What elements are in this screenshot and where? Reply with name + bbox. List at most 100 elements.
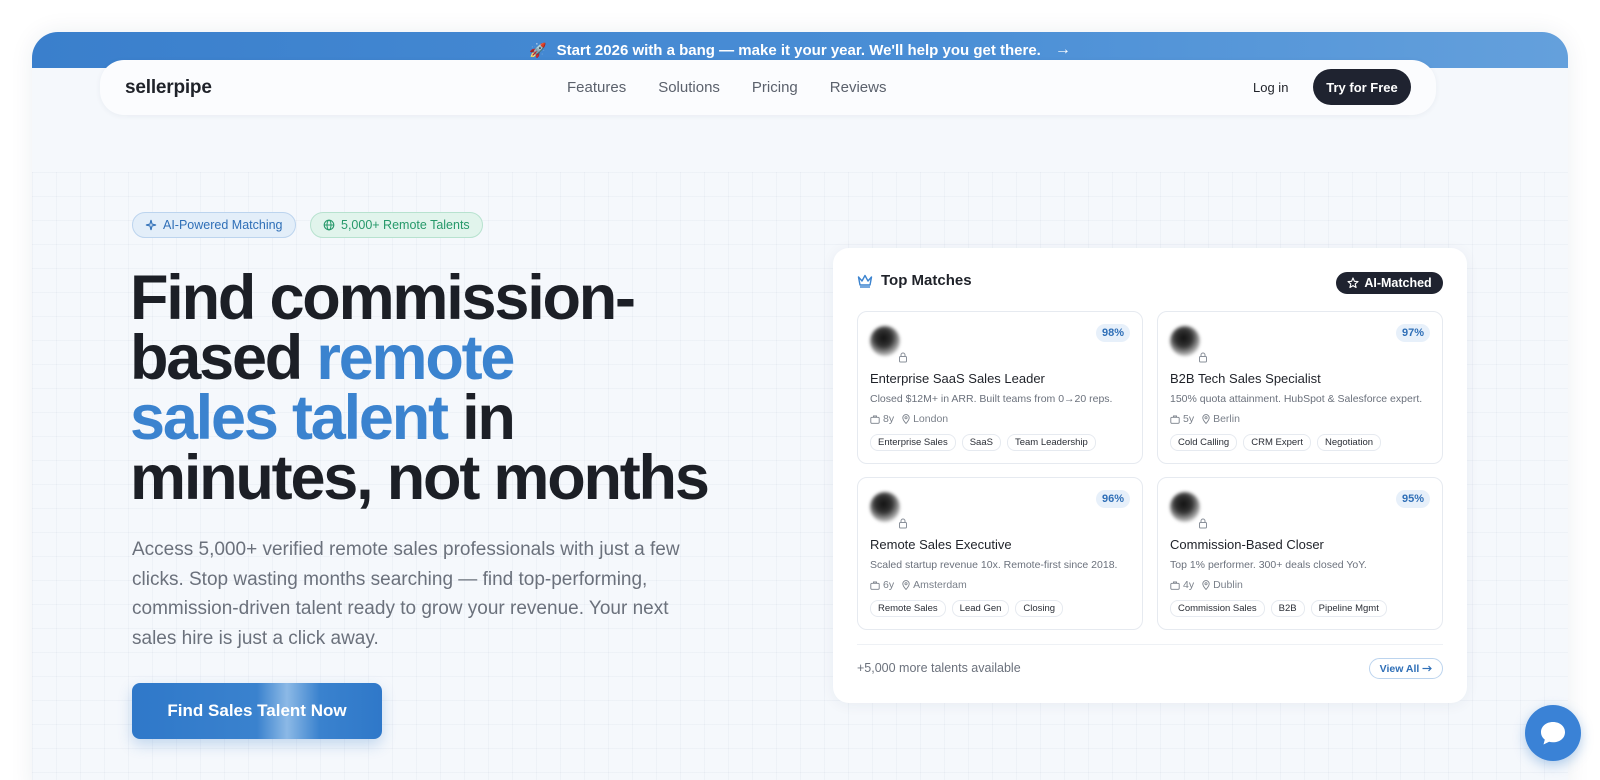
- match-score-badge: 95%: [1395, 490, 1430, 508]
- sparkle-icon: [145, 219, 157, 231]
- arrow-right-icon: [1422, 665, 1433, 672]
- skill-tag: Cold Calling: [1170, 434, 1238, 451]
- experience: 6y: [870, 579, 894, 591]
- talent-card[interactable]: 97% B2B Tech Sales Specialist 150% quota…: [1157, 311, 1443, 464]
- skill-tag: B2B: [1270, 600, 1305, 617]
- top-matches-panel: Top Matches AI-Matched 98% Enterprise Sa…: [833, 248, 1467, 703]
- panel-title: Top Matches: [881, 272, 972, 289]
- briefcase-icon: [1170, 415, 1180, 424]
- experience: 4y: [1170, 579, 1194, 591]
- hero-subtext: Access 5,000+ verified remote sales prof…: [132, 539, 680, 649]
- star-icon: [1347, 277, 1359, 289]
- headline-line-4: minutes, not months: [130, 443, 710, 513]
- top-nav: sellerpipe Features Solutions Pricing Re…: [100, 60, 1436, 115]
- talent-meta: 6y Amsterdam: [870, 579, 967, 591]
- experience: 5y: [1170, 413, 1194, 425]
- skill-tag: Enterprise Sales: [870, 434, 956, 451]
- skill-tag: Remote Sales: [870, 600, 946, 617]
- lock-icon: [1199, 352, 1207, 363]
- ai-powered-pill: AI-Powered Matching: [132, 212, 296, 238]
- match-score-badge: 97%: [1395, 324, 1430, 342]
- talent-title: Remote Sales Executive: [870, 537, 1012, 552]
- location-name: Dublin: [1213, 579, 1243, 591]
- talent-description: Scaled startup revenue 10x. Remote-first…: [870, 559, 1118, 571]
- talent-meta: 5y Berlin: [1170, 413, 1240, 425]
- chat-widget-button[interactable]: [1525, 705, 1581, 761]
- skill-tag: SaaS: [961, 434, 1001, 451]
- experience-years: 5y: [1183, 413, 1195, 425]
- talent-card[interactable]: 96% Remote Sales Executive Scaled startu…: [857, 477, 1143, 630]
- nav-links: Features Solutions Pricing Reviews: [567, 79, 886, 96]
- skill-tag: Commission Sales: [1170, 600, 1265, 617]
- avatar: [1170, 326, 1200, 356]
- lock-icon: [899, 518, 907, 529]
- skill-tag: Negotiation: [1316, 434, 1382, 451]
- location: Dublin: [1202, 579, 1243, 591]
- globe-icon: [323, 219, 335, 231]
- talent-meta: 8y London: [870, 413, 948, 425]
- talent-title: Commission-Based Closer: [1170, 537, 1324, 552]
- talent-meta: 4y Dublin: [1170, 579, 1243, 591]
- talent-card[interactable]: 95% Commission-Based Closer Top 1% perfo…: [1157, 477, 1443, 630]
- skill-tags: Commission Sales B2B Pipeline Mgmt: [1170, 600, 1387, 617]
- skill-tags: Enterprise Sales SaaS Team Leadership: [870, 434, 1096, 451]
- location-name: Berlin: [1213, 413, 1240, 425]
- briefcase-icon: [1170, 581, 1180, 590]
- match-score-badge: 96%: [1095, 490, 1130, 508]
- briefcase-icon: [870, 581, 880, 590]
- briefcase-icon: [870, 415, 880, 424]
- view-all-label: View All: [1379, 662, 1420, 675]
- banner-text: Start 2026 with a bang — make it your ye…: [556, 41, 1041, 59]
- chat-bubble-icon: [1541, 722, 1565, 745]
- location-name: Amsterdam: [913, 579, 967, 591]
- panel-header: Top Matches: [857, 272, 972, 289]
- login-link[interactable]: Log in: [1253, 80, 1288, 95]
- talent-description: 150% quota attainment. HubSpot & Salesfo…: [1170, 393, 1423, 405]
- talent-description: Closed $12M+ in ARR. Built teams from 0→…: [870, 393, 1113, 405]
- remote-talents-pill: 5,000+ Remote Talents: [310, 212, 483, 238]
- location: London: [902, 413, 948, 425]
- lock-icon: [1199, 518, 1207, 529]
- nav-link-features[interactable]: Features: [567, 79, 626, 96]
- skill-tag: Lead Gen: [951, 600, 1010, 617]
- skill-tag: Team Leadership: [1006, 434, 1096, 451]
- avatar: [870, 326, 900, 356]
- skill-tag: Closing: [1015, 600, 1064, 617]
- crown-icon: [857, 274, 873, 288]
- ai-matched-badge: AI-Matched: [1336, 272, 1443, 294]
- nav-link-solutions[interactable]: Solutions: [658, 79, 720, 96]
- find-sales-talent-button[interactable]: Find Sales Talent Now: [132, 683, 382, 739]
- location-name: London: [913, 413, 949, 425]
- skill-tags: Cold Calling CRM Expert Negotiation: [1170, 434, 1382, 451]
- talent-title: Enterprise SaaS Sales Leader: [870, 371, 1045, 386]
- map-pin-icon: [902, 414, 910, 424]
- skill-tag: Pipeline Mgmt: [1310, 600, 1387, 617]
- match-score-badge: 98%: [1095, 324, 1130, 342]
- pill-label: 5,000+ Remote Talents: [341, 218, 470, 232]
- talent-description: Top 1% performer. 300+ deals closed YoY.: [1170, 559, 1367, 571]
- map-pin-icon: [1202, 414, 1210, 424]
- view-all-button[interactable]: View All: [1369, 658, 1443, 679]
- location: Berlin: [1202, 413, 1240, 425]
- try-for-free-button[interactable]: Try for Free: [1313, 69, 1411, 105]
- hero-headline: Find commission- based remote sales tale…: [130, 267, 770, 510]
- nav-link-pricing[interactable]: Pricing: [752, 79, 798, 96]
- experience-years: 8y: [883, 413, 895, 425]
- map-pin-icon: [1202, 580, 1210, 590]
- nav-link-reviews[interactable]: Reviews: [830, 79, 887, 96]
- lock-icon: [899, 352, 907, 363]
- rocket-icon: 🚀: [529, 41, 547, 58]
- logo[interactable]: sellerpipe: [125, 77, 212, 99]
- map-pin-icon: [902, 580, 910, 590]
- avatar: [1170, 492, 1200, 522]
- experience-years: 4y: [1183, 579, 1195, 591]
- talent-title: B2B Tech Sales Specialist: [1170, 371, 1321, 386]
- talent-card[interactable]: 98% Enterprise SaaS Sales Leader Closed …: [857, 311, 1143, 464]
- arrow-right-icon: →: [1054, 41, 1071, 58]
- panel-divider: [857, 644, 1443, 645]
- skill-tag: CRM Expert: [1243, 434, 1311, 451]
- skill-tags: Remote Sales Lead Gen Closing: [870, 600, 1064, 617]
- location: Amsterdam: [902, 579, 967, 591]
- experience: 8y: [870, 413, 894, 425]
- more-talents-text: +5,000 more talents available: [857, 661, 1021, 675]
